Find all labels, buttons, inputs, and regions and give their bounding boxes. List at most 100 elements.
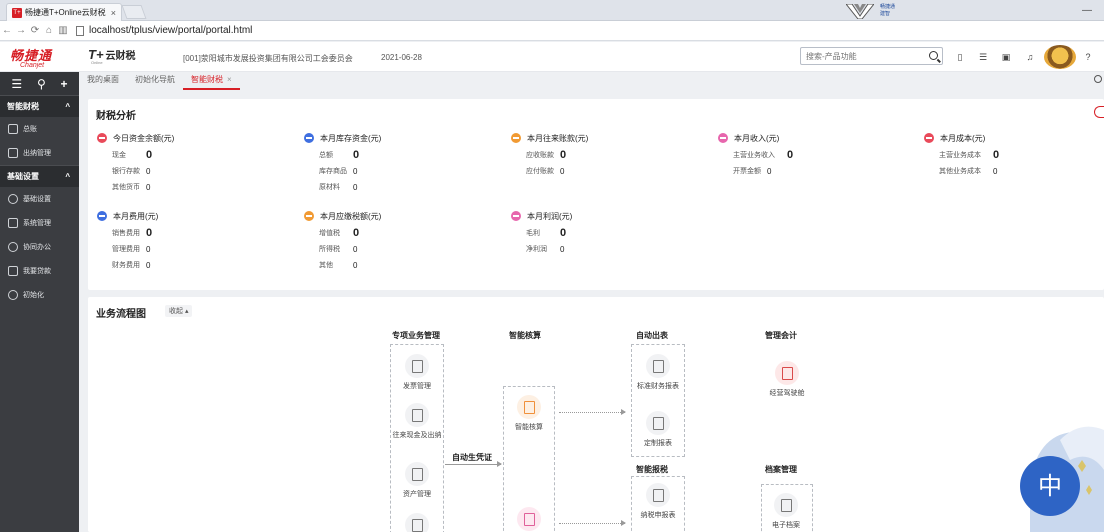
flow-arrow-label: 自动生凭证 <box>452 453 492 462</box>
finance-row: 库存商品 0 <box>304 163 381 179</box>
finance-row: 管理费用 0 <box>97 241 158 257</box>
side-toggle-button[interactable] <box>1094 106 1104 118</box>
finance-group[interactable]: 本月库存资金(元) 总额 0 库存商品 0 原材料 0 <box>304 132 381 195</box>
finance-row-label: 销售费用 <box>112 230 140 237</box>
flow-node-invoice[interactable]: 发票管理 <box>389 354 445 391</box>
finance-row: 所得税 0 <box>304 241 381 257</box>
finance-row-label: 应收账款 <box>526 152 554 159</box>
url-field[interactable]: localhost/tplus/view/portal/portal.html <box>76 25 252 36</box>
flow-node-smart-accounting[interactable]: 智能核算 <box>501 395 557 432</box>
flow-node-tax-accounting[interactable] <box>501 507 557 532</box>
finance-row: 应付账款 0 <box>511 163 588 179</box>
search-icon[interactable] <box>929 51 938 60</box>
mobile-icon[interactable]: ▯ <box>955 52 965 62</box>
flow-node-tax-return[interactable]: 纳税申报表 <box>630 483 686 520</box>
close-tab-icon[interactable]: × <box>227 75 232 84</box>
menu-icon[interactable]: ☰ <box>11 77 22 91</box>
finance-group[interactable]: 本月往来账款(元) 应收账款 0 应付账款 0 <box>511 132 588 179</box>
sidebar-item-system-admin[interactable]: 系统管理 <box>0 211 79 235</box>
finance-group[interactable]: 本月费用(元) 销售费用 0 管理费用 0 财务费用 0 <box>97 210 158 273</box>
checklist-icon[interactable]: ☰ <box>978 52 988 62</box>
dashboard-icon <box>775 361 799 385</box>
sidebar-item-label: 基础设置 <box>23 196 51 203</box>
finance-row-value: 0 <box>993 149 1000 161</box>
brand-badge: 畅捷通 建智 <box>832 2 920 21</box>
forward-arrow-icon[interactable]: → <box>14 25 28 36</box>
finance-row: 毛利 0 <box>511 225 572 241</box>
tab-smart-finance[interactable]: 智能财税 × <box>183 72 240 90</box>
back-arrow-icon[interactable]: ← <box>0 25 14 36</box>
add-icon[interactable]: + <box>61 77 68 91</box>
flow-node-more[interactable] <box>389 513 445 532</box>
sidebar-item-init[interactable]: 初始化 <box>0 283 79 307</box>
finance-group-title: 本月库存资金(元) <box>320 133 382 143</box>
reload-icon[interactable]: ⟳ <box>28 25 42 36</box>
flow-node-cash[interactable]: 往来现金及出纳 <box>389 403 445 440</box>
flow-node-custom-report[interactable]: 定制报表 <box>630 411 686 448</box>
finance-group[interactable]: 本月收入(元) 主营业务收入 0 开票金额 0 <box>718 132 793 179</box>
avatar[interactable] <box>1044 45 1076 69</box>
search-icon[interactable]: ⚲ <box>37 77 46 91</box>
new-tab-button[interactable] <box>121 5 147 19</box>
app-header: 畅捷通 Chanjet T+ Online 云财税 [001]荥阳城市发展投资集… <box>0 42 1104 72</box>
trash-icon[interactable]: ▥ <box>56 25 70 36</box>
help-icon[interactable]: ? <box>1083 52 1093 62</box>
flow-column-title: 管理会计 <box>765 331 797 340</box>
sidebar-item-office[interactable]: 协同办公 <box>0 235 79 259</box>
sidebar-group-basic-settings[interactable]: 基础设置 ^ <box>0 165 79 187</box>
sidebar-item-label: 系统管理 <box>23 220 51 227</box>
minimize-icon[interactable]: — <box>1082 5 1092 16</box>
minus-circle-icon <box>304 133 314 143</box>
collapse-button[interactable]: 收起 ▴ <box>165 305 193 317</box>
search-icon[interactable] <box>1094 75 1102 83</box>
flow-node-standard-report[interactable]: 标准财务报表 <box>630 354 686 391</box>
home-icon[interactable]: ⌂ <box>42 25 56 36</box>
sidebar-item-ledger[interactable]: 总账 <box>0 117 79 141</box>
sidebar-item-cashier[interactable]: 出纳管理 <box>0 141 79 165</box>
finance-row-value: 0 <box>787 149 794 161</box>
tab-init-nav[interactable]: 初始化导航 <box>127 72 183 90</box>
flow-node-label: 发票管理 <box>403 383 431 390</box>
chevron-up-icon: ^ <box>65 102 70 111</box>
finance-group[interactable]: 本月成本(元) 主营业务成本 0 其他业务成本 0 <box>924 132 999 179</box>
app-favicon-icon: T+ <box>12 7 22 18</box>
finance-group-title: 本月往来账款(元) <box>527 133 589 143</box>
browser-tab[interactable]: T+ 畅捷通T+Online云财税 × <box>6 3 122 21</box>
flow-node-e-archive[interactable]: 电子档案 <box>758 493 814 530</box>
monitor-icon <box>8 218 18 228</box>
finance-group[interactable]: 本月应缴税额(元) 增值税 0 所得税 0 其他 0 <box>304 210 381 273</box>
more-icon <box>405 513 429 532</box>
company-name[interactable]: [001]荥阳城市发展投资集团有限公司工会委员会 <box>183 53 353 64</box>
login-date: 2021-06-28 <box>381 53 422 62</box>
sidebar-item-loan[interactable]: 我要贷款 <box>0 259 79 283</box>
close-tab-icon[interactable]: × <box>111 8 116 18</box>
message-icon[interactable]: ▣ <box>1001 52 1011 62</box>
finance-row-value: 0 <box>146 149 153 161</box>
finance-row: 其他货币 0 <box>97 179 174 195</box>
finance-row-value: 0 <box>146 227 153 239</box>
flow-node-assets[interactable]: 资产管理 <box>389 462 445 499</box>
flow-node-dashboard[interactable]: 经营驾驶舱 <box>759 361 815 398</box>
finance-row: 净利润 0 <box>511 241 572 257</box>
finance-row-label: 库存商品 <box>319 168 347 175</box>
finance-group[interactable]: 本月利润(元) 毛利 0 净利润 0 <box>511 210 572 257</box>
bell-icon[interactable]: ♫ <box>1025 52 1035 62</box>
finance-row-label: 银行存款 <box>112 168 140 175</box>
finance-row-value: 0 <box>353 149 360 161</box>
product-sub: Online <box>91 60 103 65</box>
ime-widget[interactable]: 中 <box>1000 410 1104 532</box>
tab-label: 智能财税 <box>191 75 223 84</box>
finance-row: 总额 0 <box>304 147 381 163</box>
minus-circle-icon <box>97 211 107 221</box>
finance-row-value: 0 <box>993 166 998 176</box>
sidebar-item-basic-settings[interactable]: 基础设置 <box>0 187 79 211</box>
finance-row: 银行存款 0 <box>97 163 174 179</box>
finance-group[interactable]: 今日资金余额(元) 现金 0 银行存款 0 其他货币 0 <box>97 132 174 195</box>
search-input[interactable] <box>801 48 921 64</box>
tab-desktop[interactable]: 我的桌面 <box>79 72 127 90</box>
flow-node-label: 纳税申报表 <box>640 512 676 519</box>
sidebar-group-smart-finance[interactable]: 智能财税 ^ <box>0 95 79 117</box>
finance-row-label: 管理费用 <box>112 246 140 253</box>
tax-return-icon <box>646 483 670 507</box>
report-icon <box>646 354 670 378</box>
